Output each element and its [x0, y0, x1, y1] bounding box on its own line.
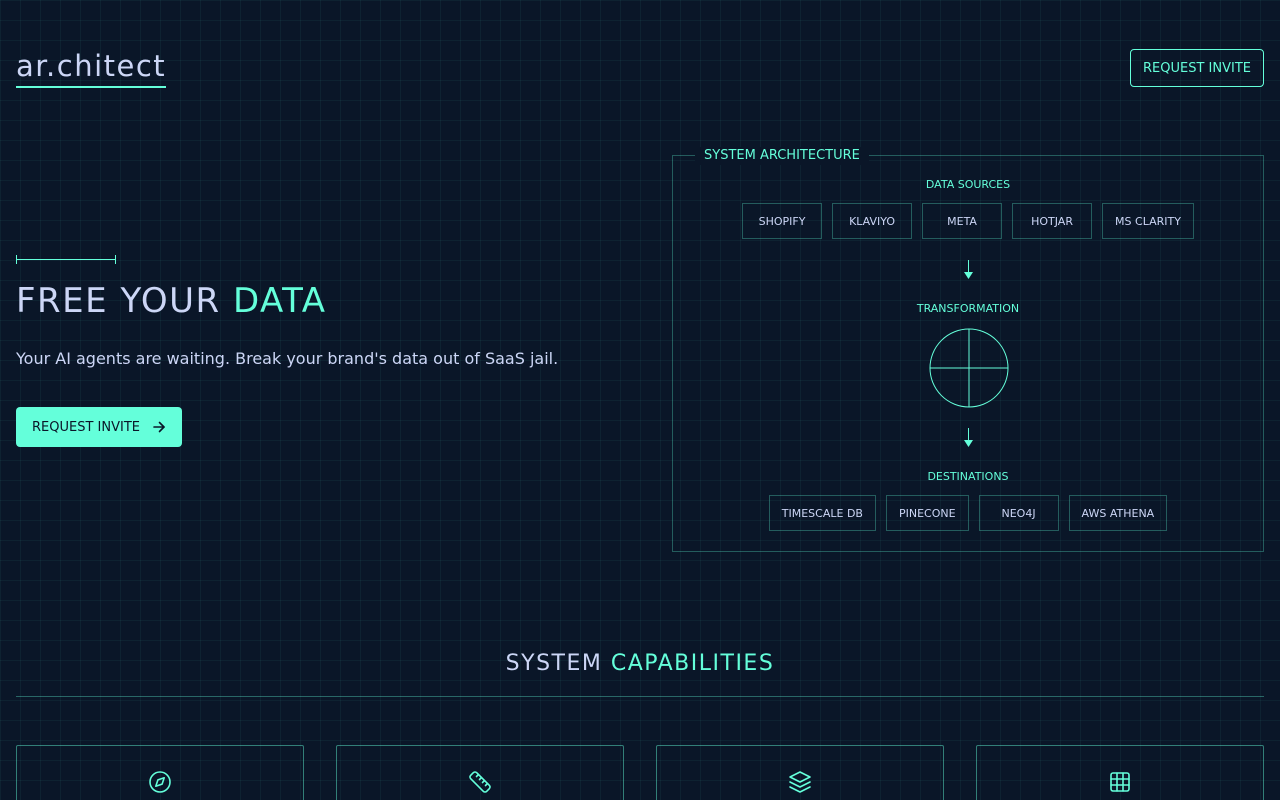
- data-sources-label: DATA SOURCES: [925, 178, 1011, 191]
- hero-title-highlight: DATA: [232, 281, 327, 321]
- compass-icon: [149, 771, 171, 793]
- hero-subtitle: Your AI agents are waiting. Break your b…: [16, 349, 559, 368]
- source-chip: HOTJAR: [1012, 203, 1093, 239]
- capabilities-title-highlight: CAPABILITIES: [610, 651, 775, 676]
- source-chip: SHOPIFY: [742, 203, 823, 239]
- capability-card[interactable]: [656, 745, 944, 800]
- source-chip: META: [922, 203, 1003, 239]
- hero-title: FREE YOUR DATA: [16, 280, 327, 322]
- destination-chip: NEO4J: [978, 495, 1059, 531]
- grid-icon: [1110, 772, 1130, 792]
- arrow-down-icon: [964, 428, 973, 447]
- architecture-title: SYSTEM ARCHITECTURE: [695, 147, 869, 165]
- header-request-invite-button[interactable]: REQUEST INVITE: [1130, 49, 1264, 87]
- source-chip: KLAVIYO: [832, 203, 913, 239]
- capability-card[interactable]: [336, 745, 624, 800]
- capability-card[interactable]: [16, 745, 304, 800]
- system-architecture-panel: SYSTEM ARCHITECTURE DATA SOURCES SHOPIFY…: [672, 147, 1264, 552]
- destinations-label: DESTINATIONS: [927, 470, 1009, 483]
- hero-cta-label: REQUEST INVITE: [32, 419, 140, 435]
- transformation-label: TRANSFORMATION: [916, 302, 1020, 315]
- hero-divider: [16, 255, 116, 264]
- hero-request-invite-button[interactable]: REQUEST INVITE: [16, 407, 182, 447]
- data-sources-row: SHOPIFY KLAVIYO META HOTJAR MS CLARITY: [673, 203, 1263, 239]
- capabilities-title: SYSTEM CAPABILITIES: [0, 648, 1280, 680]
- capabilities-divider: [16, 696, 1264, 697]
- source-chip: MS CLARITY: [1102, 203, 1194, 239]
- logo[interactable]: ar.chitect: [16, 48, 167, 88]
- arrow-right-icon: [152, 420, 166, 434]
- transformation-crosshair-icon: [929, 328, 1009, 408]
- capability-card[interactable]: [976, 745, 1264, 800]
- capability-cards: [16, 745, 1264, 800]
- destination-chip: AWS ATHENA: [1068, 495, 1168, 531]
- layers-icon: [789, 771, 811, 793]
- hero-title-prefix: FREE YOUR: [16, 281, 233, 321]
- ruler-icon: [469, 771, 491, 793]
- destination-chip: TIMESCALE DB: [768, 495, 876, 531]
- arrow-down-icon: [964, 260, 973, 279]
- capabilities-title-prefix: SYSTEM: [505, 651, 611, 676]
- destination-chip: PINECONE: [885, 495, 969, 531]
- destinations-row: TIMESCALE DB PINECONE NEO4J AWS ATHENA: [673, 495, 1263, 531]
